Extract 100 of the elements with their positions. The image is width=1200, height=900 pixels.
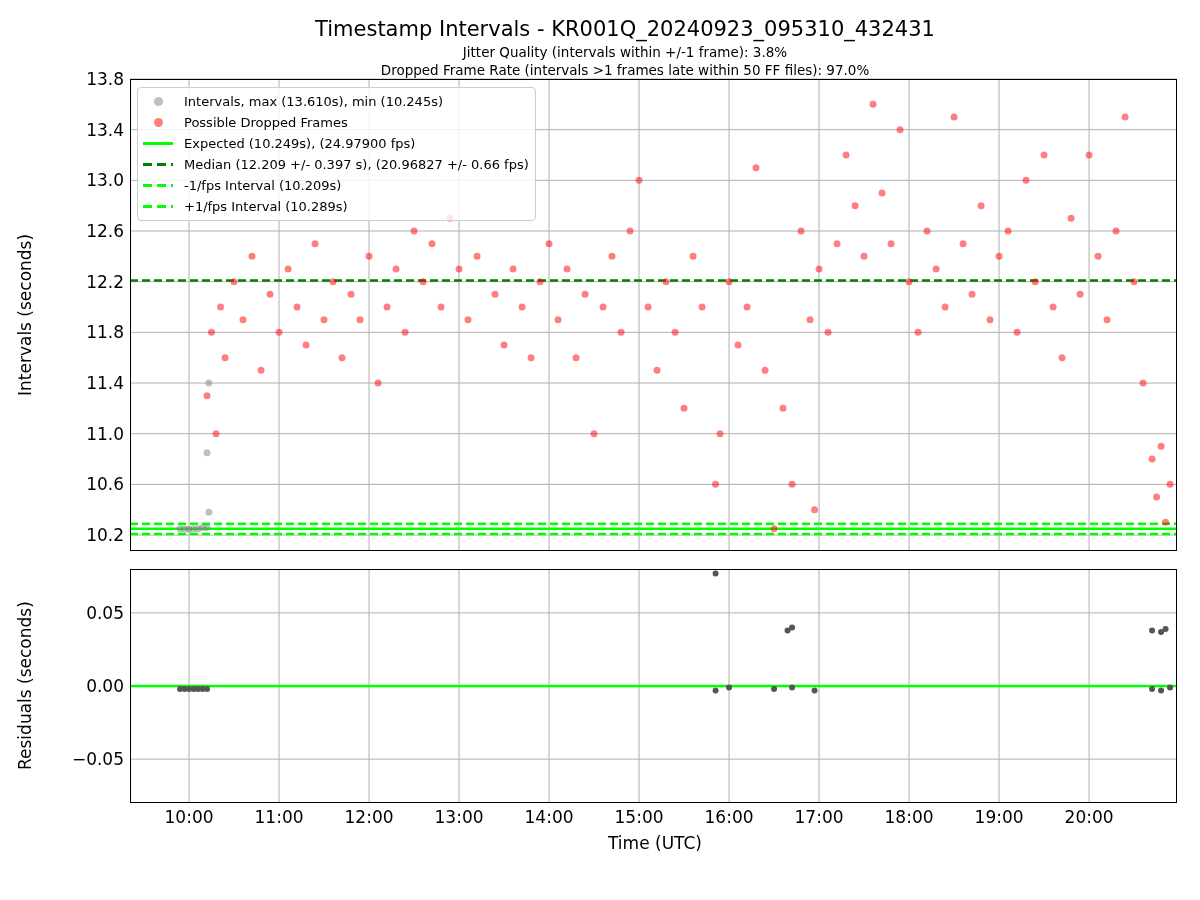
- data-point: [365, 252, 373, 260]
- data-point: [977, 202, 985, 210]
- data-point: [437, 303, 445, 311]
- y-tick-label: 12.2: [86, 271, 124, 292]
- data-point: [1112, 227, 1120, 235]
- x-tick-label: 11:00: [253, 807, 305, 827]
- x-tick-label: 16:00: [703, 807, 755, 827]
- data-point: [815, 265, 823, 273]
- data-point: [581, 290, 589, 298]
- data-point: [419, 278, 427, 286]
- data-point: [248, 252, 256, 260]
- data-point: [205, 508, 213, 516]
- data-point: [203, 449, 211, 457]
- data-point: [950, 113, 958, 121]
- x-tick-label: 18:00: [883, 807, 935, 827]
- data-point: [608, 252, 616, 260]
- x-tick-label: 20:00: [1063, 807, 1115, 827]
- x-tick-label: 19:00: [973, 807, 1025, 827]
- data-point: [851, 202, 859, 210]
- data-point: [726, 684, 733, 691]
- y-tick-label: 10.6: [86, 474, 124, 495]
- data-point: [644, 303, 652, 311]
- data-point: [500, 341, 508, 349]
- data-point: [1130, 278, 1138, 286]
- data-point: [1157, 442, 1165, 450]
- data-point: [455, 265, 463, 273]
- data-point: [275, 328, 283, 336]
- data-point: [941, 303, 949, 311]
- x-tick-label: 13:00: [433, 807, 485, 827]
- y-tick-label: 13.4: [86, 119, 124, 140]
- data-point: [716, 430, 724, 438]
- x-tick-label: 17:00: [793, 807, 845, 827]
- data-point: [1153, 493, 1161, 501]
- data-point: [1149, 627, 1156, 634]
- data-point: [203, 392, 211, 400]
- data-point: [590, 430, 598, 438]
- data-point: [806, 316, 814, 324]
- y-tick-label: 11.0: [86, 423, 124, 444]
- data-point: [905, 278, 913, 286]
- data-point: [217, 303, 225, 311]
- y-tick-label: −0.05: [71, 749, 124, 770]
- data-point: [1103, 316, 1111, 324]
- data-point: [811, 506, 819, 514]
- data-point: [1162, 518, 1170, 526]
- data-point: [968, 290, 976, 298]
- data-point: [221, 354, 229, 362]
- legend-line-icon: [143, 205, 173, 208]
- data-point: [392, 265, 400, 273]
- legend-label: Intervals, max (13.610s), min (10.245s): [184, 93, 443, 111]
- data-point: [338, 354, 346, 362]
- data-point: [771, 685, 778, 692]
- data-point: [205, 379, 213, 387]
- data-point: [932, 265, 940, 273]
- legend-label: Median (12.209 +/- 0.397 s), (20.96827 +/- 0.66 fps): [184, 156, 529, 174]
- data-point: [869, 100, 877, 108]
- data-point: [770, 525, 778, 533]
- data-point: [635, 176, 643, 184]
- data-point: [1013, 328, 1021, 336]
- data-point: [1158, 687, 1165, 694]
- data-point: [239, 316, 247, 324]
- y-tick-label: 13.8: [86, 69, 124, 89]
- data-point: [1139, 379, 1147, 387]
- legend-marker-icon: [153, 97, 163, 106]
- data-point: [1049, 303, 1057, 311]
- data-point: [811, 687, 818, 694]
- data-point: [536, 278, 544, 286]
- y-axis-label: Intervals (seconds): [14, 232, 36, 399]
- data-point: [725, 278, 733, 286]
- data-point: [1004, 227, 1012, 235]
- data-point: [842, 151, 850, 159]
- data-point: [1076, 290, 1084, 298]
- legend-marker-icon: [153, 118, 163, 127]
- chart-title: Timestamp Intervals - KR001Q_20240923_095310_432431: [315, 16, 935, 43]
- y-tick-label: 0.05: [86, 602, 124, 623]
- data-point: [554, 316, 562, 324]
- data-point: [712, 570, 719, 577]
- data-point: [491, 290, 499, 298]
- x-tick-label: 10:00: [163, 807, 215, 827]
- data-point: [1067, 214, 1075, 222]
- y-tick-label: 11.4: [86, 373, 124, 393]
- data-point: [923, 227, 931, 235]
- legend-line-icon: [143, 184, 173, 187]
- data-point: [509, 265, 517, 273]
- legend-line-icon: [143, 142, 173, 145]
- data-point: [311, 240, 319, 248]
- data-point: [320, 316, 328, 324]
- data-point: [257, 366, 265, 374]
- chart-subtitle: Jitter Quality (intervals within +/-1 frame): 3.8%: [462, 43, 788, 61]
- data-point: [789, 684, 796, 691]
- data-point: [212, 430, 220, 438]
- data-point: [1031, 278, 1039, 286]
- data-point: [743, 303, 751, 311]
- data-point: [860, 252, 868, 260]
- data-point: [545, 240, 553, 248]
- data-point: [712, 687, 719, 694]
- data-point: [329, 278, 337, 286]
- data-point: [374, 379, 382, 387]
- data-point: [761, 366, 769, 374]
- legend-label: Possible Dropped Frames: [184, 114, 348, 132]
- data-point: [208, 328, 216, 336]
